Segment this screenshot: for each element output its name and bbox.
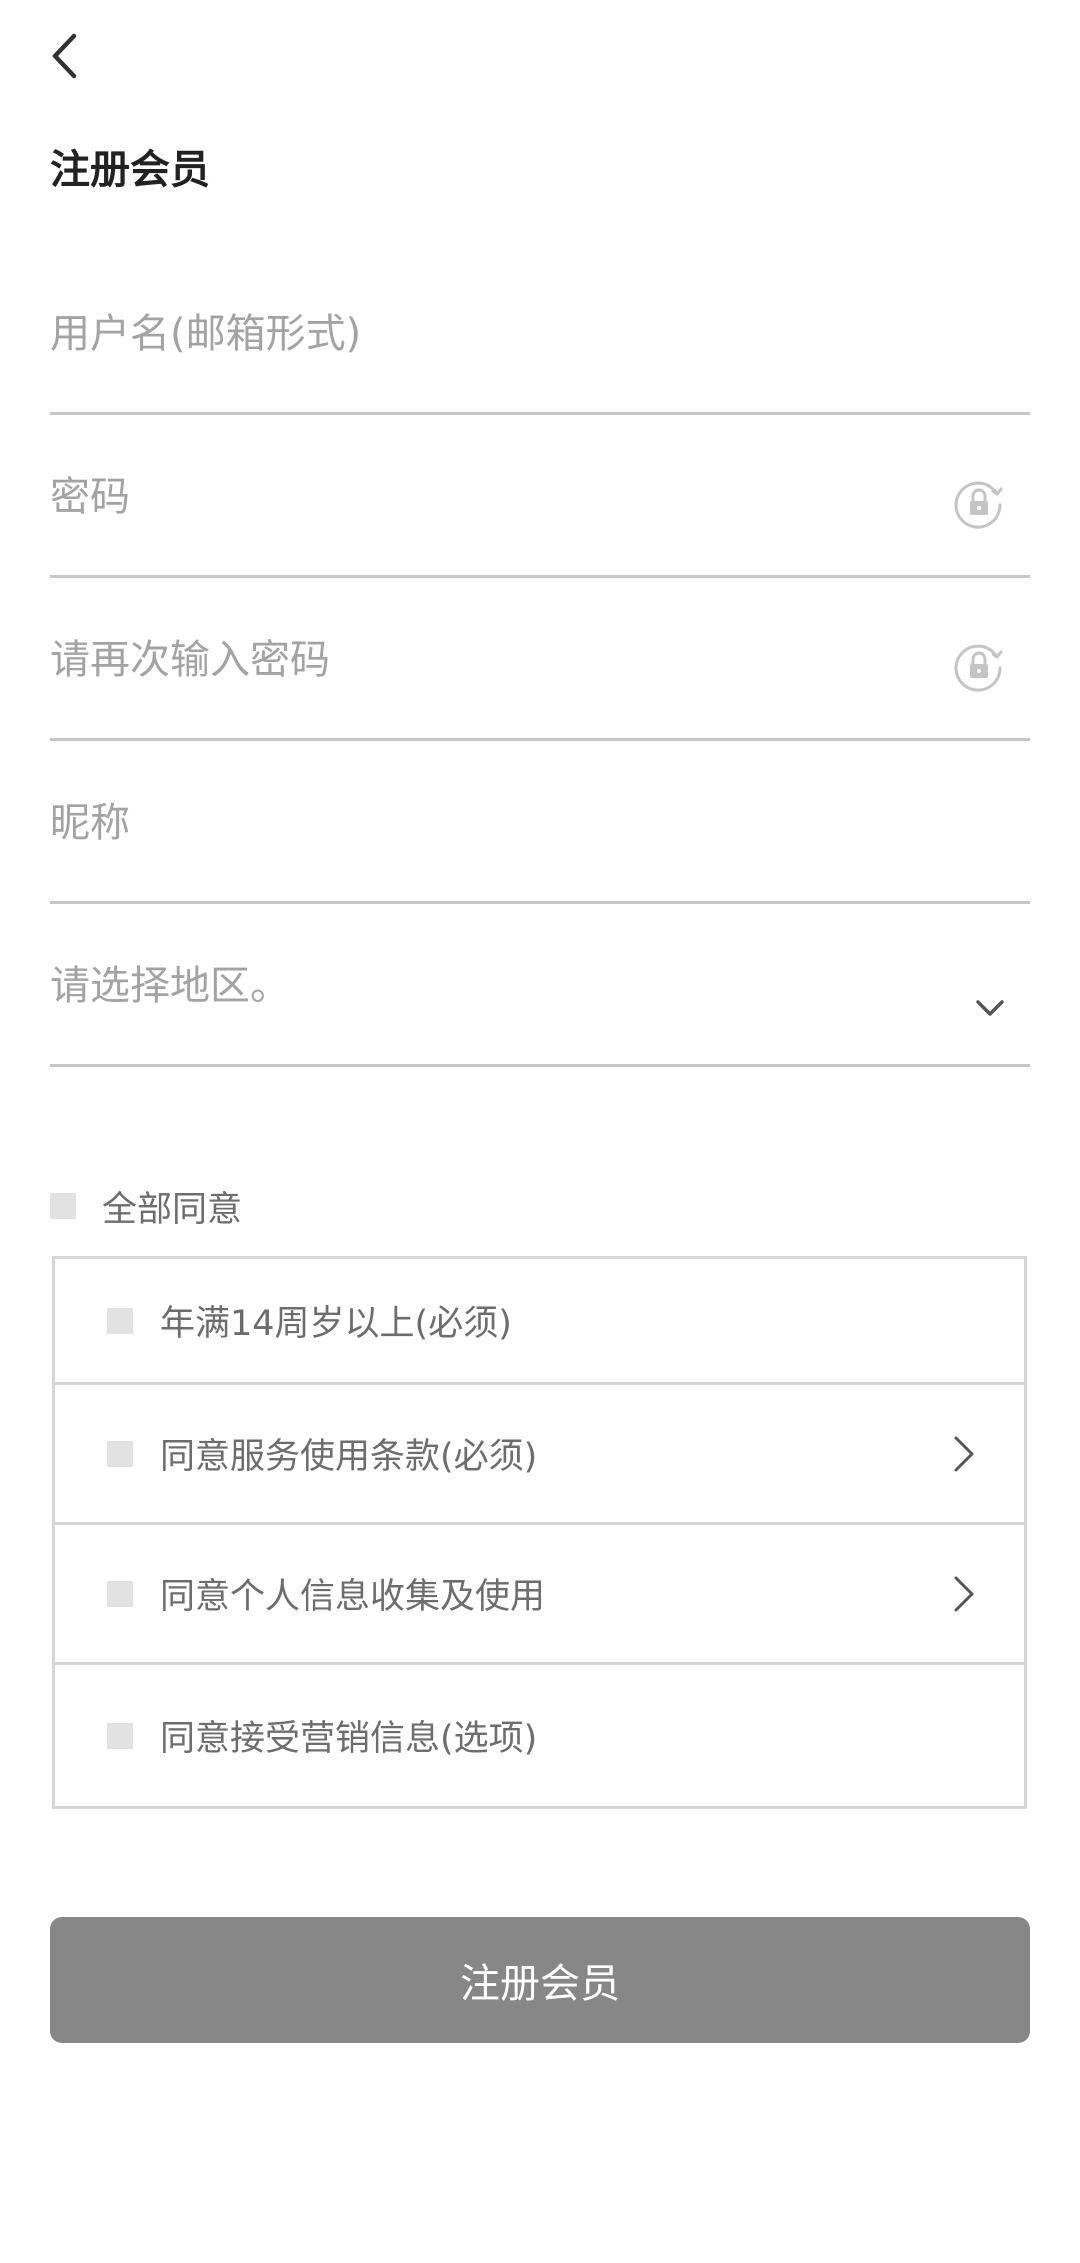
nickname-field-row (50, 741, 1030, 904)
region-select[interactable]: 请选择地区。 (50, 904, 1030, 1067)
terms-item-label: 年满14周岁以上(必须) (160, 1304, 512, 1344)
password-confirm-field-row (50, 578, 1030, 741)
terms-item-age[interactable]: 年满14周岁以上(必须) (55, 1259, 1024, 1385)
username-input[interactable] (50, 294, 930, 374)
chevron-down-icon (976, 1000, 1004, 1016)
password-field-row (50, 415, 1030, 578)
terms-item-label: 同意服务使用条款(必须) (160, 1437, 538, 1477)
region-select-value: 请选择地区。 (50, 963, 290, 1009)
lock-icon[interactable] (953, 640, 1005, 692)
page-title: 注册会员 (50, 147, 210, 193)
checkbox-icon (107, 1307, 133, 1334)
chevron-right-icon[interactable] (952, 1574, 976, 1614)
register-button[interactable]: 注册会员 (50, 1917, 1030, 2043)
checkbox-icon (50, 1193, 76, 1219)
terms-item-privacy[interactable]: 同意个人信息收集及使用 (55, 1525, 1024, 1665)
nickname-input[interactable] (50, 783, 930, 863)
chevron-left-icon (52, 33, 77, 79)
agree-all-label: 全部同意 (102, 1189, 243, 1230)
checkbox-icon (107, 1580, 133, 1607)
password-input[interactable] (50, 457, 930, 537)
chevron-right-icon[interactable] (952, 1434, 976, 1474)
terms-item-service[interactable]: 同意服务使用条款(必须) (55, 1385, 1024, 1525)
username-field-row (50, 252, 1030, 415)
terms-list: 年满14周岁以上(必须) 同意服务使用条款(必须) 同意个人信息收集及使用 同意… (52, 1256, 1027, 1809)
terms-item-label: 同意个人信息收集及使用 (160, 1577, 546, 1617)
terms-item-marketing[interactable]: 同意接受营销信息(选项) (55, 1665, 1024, 1806)
checkbox-icon (107, 1440, 133, 1467)
terms-item-label: 同意接受营销信息(选项) (160, 1719, 538, 1759)
password-confirm-input[interactable] (50, 620, 930, 700)
lock-icon[interactable] (953, 477, 1005, 529)
checkbox-icon (107, 1722, 133, 1749)
agree-all-checkbox[interactable]: 全部同意 (50, 1176, 242, 1236)
back-button[interactable] (38, 20, 90, 92)
